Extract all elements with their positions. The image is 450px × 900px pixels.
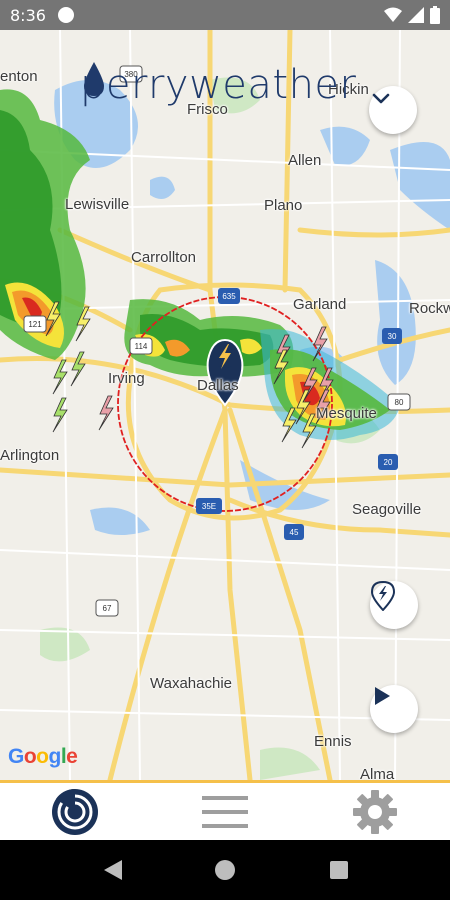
play-icon <box>375 687 390 705</box>
shield-label: 45 <box>290 528 299 537</box>
shield-label: 67 <box>103 604 112 613</box>
city-label: Arlington <box>0 447 60 464</box>
gear-icon <box>353 789 397 834</box>
shield-label: 635 <box>222 292 236 301</box>
nav-menu[interactable] <box>195 783 255 840</box>
logo-text-weather: weather <box>189 62 357 108</box>
city-label: Irving <box>108 370 145 387</box>
city-label: Mesquite <box>316 405 377 422</box>
city-label: Dallas <box>197 377 239 394</box>
system-navigation-bar <box>0 840 450 900</box>
shield-label: 80 <box>395 398 404 407</box>
lightning-location-button[interactable] <box>370 581 418 629</box>
shield-label: 30 <box>388 332 397 341</box>
shield-label: 121 <box>28 320 42 329</box>
signal-icon <box>408 7 424 23</box>
google-attribution[interactable]: Google <box>8 745 78 769</box>
app-logo: perry weather <box>80 62 357 108</box>
city-label: Lewisville <box>65 196 130 213</box>
city-label: Carrollton <box>131 249 197 266</box>
city-label: Ennis <box>314 733 352 750</box>
radar-icon <box>52 788 98 835</box>
location-lightning-icon <box>370 581 396 611</box>
back-icon[interactable] <box>102 858 124 882</box>
shield-label: 114 <box>135 342 148 351</box>
map-canvas: 380 121 635 114 30 80 20 35E 45 67 <box>0 30 450 780</box>
status-time: 8:36 <box>10 6 46 25</box>
radar-map[interactable]: 380 121 635 114 30 80 20 35E 45 67 enton… <box>0 30 450 780</box>
chevron-down-icon <box>372 93 390 104</box>
bottom-navigation <box>0 780 450 840</box>
shield-label: 20 <box>384 458 393 467</box>
city-label: Seagoville <box>352 501 422 518</box>
app-notification-icon <box>58 7 74 23</box>
city-label: Rockw <box>409 300 450 317</box>
city-label: Waxahachie <box>150 675 232 692</box>
city-label: enton <box>0 68 38 85</box>
home-icon[interactable] <box>214 858 236 882</box>
recents-icon[interactable] <box>328 858 350 882</box>
play-button[interactable] <box>370 685 418 733</box>
shield-label: 35E <box>202 502 216 511</box>
battery-icon <box>430 6 440 24</box>
wifi-icon <box>384 7 402 22</box>
menu-icon <box>202 795 248 828</box>
nav-radar[interactable] <box>45 783 105 840</box>
collapse-button[interactable] <box>369 86 417 134</box>
city-label: Plano <box>264 197 303 214</box>
city-label: Allen <box>288 152 322 169</box>
status-bar: 8:36 <box>0 0 450 30</box>
city-label: Alma <box>360 766 395 780</box>
status-icons <box>384 6 440 24</box>
water-drop-icon <box>84 62 104 96</box>
nav-settings[interactable] <box>345 783 405 840</box>
city-label: Garland <box>293 296 347 313</box>
